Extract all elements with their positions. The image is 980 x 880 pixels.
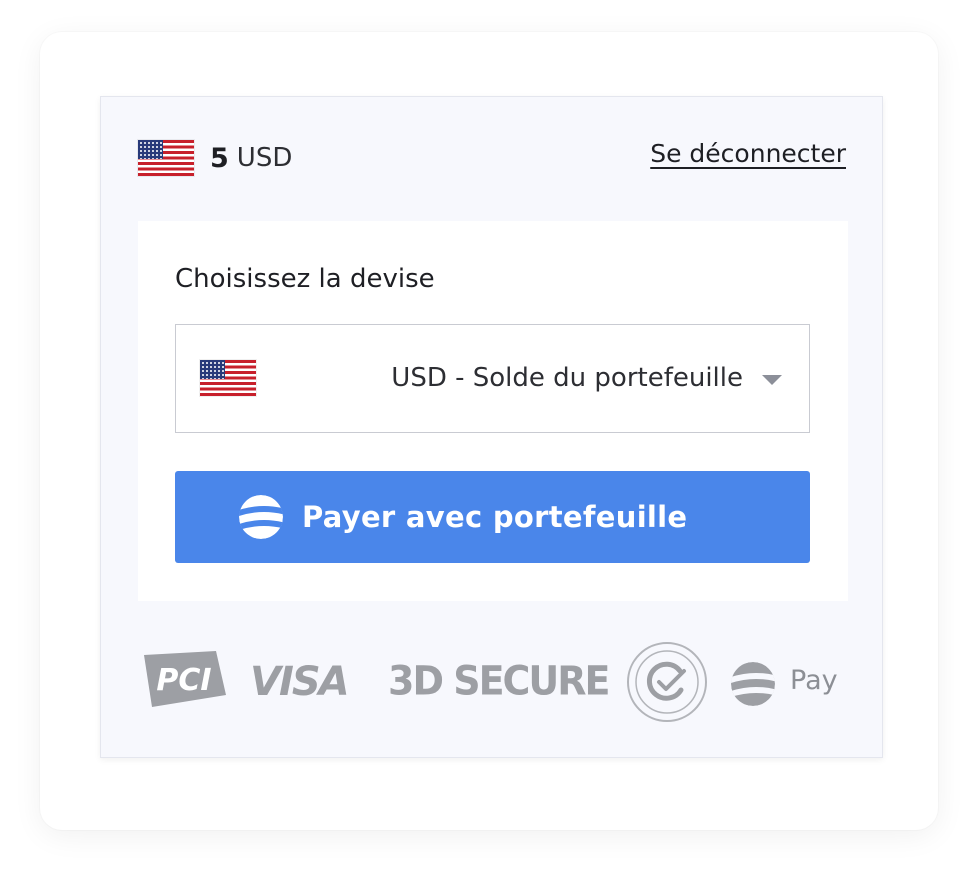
security-badges: PCI VISA 3D SECURE Pay xyxy=(138,637,848,727)
balance-amount: 5 xyxy=(210,142,229,174)
wallet-pay-label: Pay xyxy=(790,665,838,696)
currency-select[interactable]: USD - Solde du portefeuille xyxy=(175,324,810,433)
us-flag-icon xyxy=(138,140,194,176)
logout-link[interactable]: Se déconnecter xyxy=(650,139,846,168)
currency-panel: Choisissez la devise USD - Solde du port… xyxy=(138,221,848,601)
payment-widget: 5 USD Se déconnecter Choisissez la devis… xyxy=(100,96,883,758)
certification-seal-icon xyxy=(627,642,707,722)
balance-currency: USD xyxy=(236,143,293,173)
currency-label: Choisissez la devise xyxy=(175,264,435,294)
wallet-balance: 5 USD xyxy=(138,140,292,176)
chevron-down-icon xyxy=(762,375,782,385)
wallet-brand-logo-icon xyxy=(731,662,775,706)
pci-text: PCI xyxy=(156,663,211,698)
us-flag-icon xyxy=(200,360,256,396)
3d-secure-logo: 3D SECURE xyxy=(388,657,611,705)
pay-with-wallet-button[interactable]: Payer avec portefeuille xyxy=(175,471,810,563)
currency-select-value: USD - Solde du portefeuille xyxy=(391,363,743,393)
pay-button-label: Payer avec portefeuille xyxy=(302,500,688,534)
wallet-brand-logo-icon xyxy=(239,495,283,539)
pci-logo: PCI xyxy=(144,651,226,707)
visa-logo: VISA xyxy=(250,659,350,705)
